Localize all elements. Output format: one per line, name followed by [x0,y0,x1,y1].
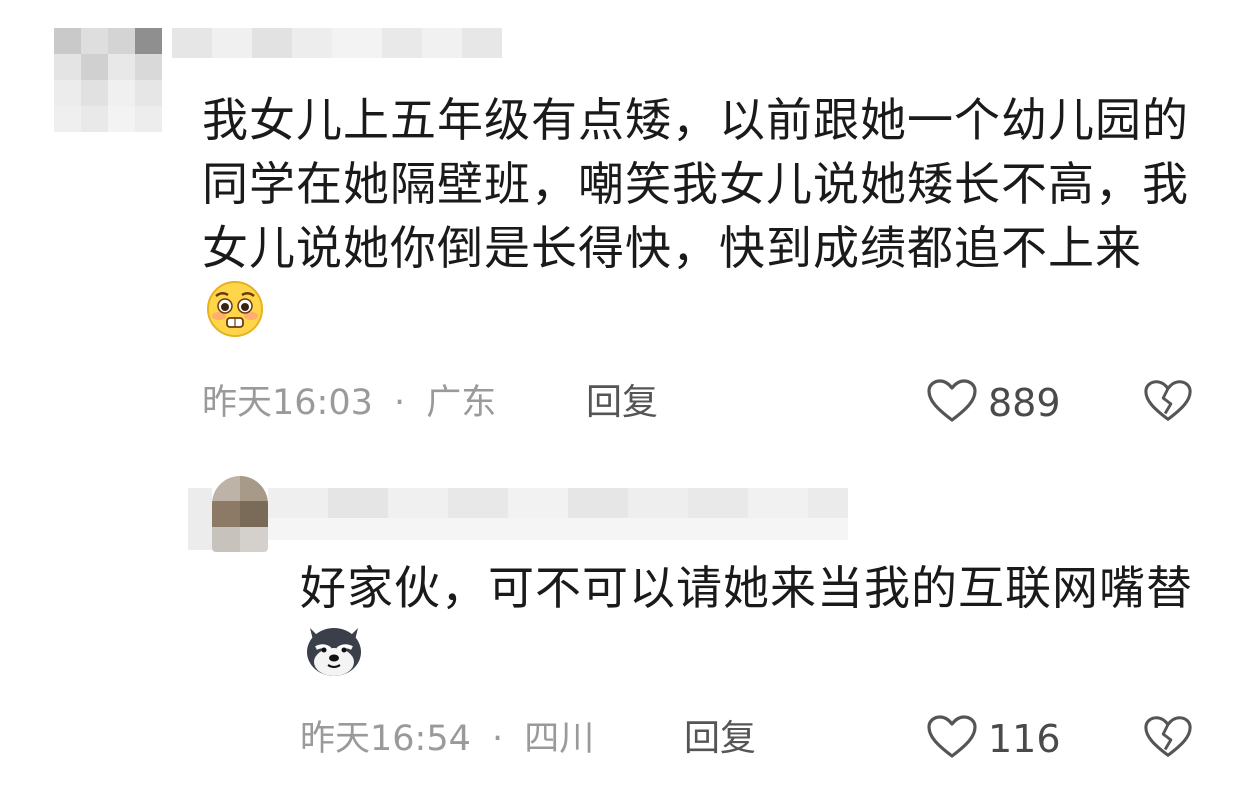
username-blurred[interactable] [188,488,848,550]
comment-time: 昨天16:54 [300,719,471,759]
comment-text: 好家伙，可不可以请她来当我的互联网嘴替 [300,556,1220,694]
meta-separator: · [492,719,504,759]
like-count: 889 [988,381,1061,425]
comment-body: 我女儿上五年级有点矮，以前跟她一个幼儿园的同学在她隔壁班，嘲笑我女儿说她矮长不高… [202,93,1189,275]
broken-heart-icon [1143,378,1193,428]
comment-meta: 昨天16:54 · 四川 [300,714,594,764]
heart-icon [926,714,978,764]
reply-button[interactable]: 回复 [586,378,658,428]
dislike-button[interactable] [1142,378,1194,428]
smug-dog-emoji [302,620,366,694]
comment-body: 好家伙，可不可以请她来当我的互联网嘴替 [300,561,1193,615]
meta-separator: · [394,383,406,423]
pleading-face-emoji [204,280,266,354]
like-count: 116 [988,717,1061,761]
reply-button[interactable]: 回复 [684,714,756,764]
comment-location: 四川 [524,719,595,759]
broken-heart-icon [1143,714,1193,764]
like-button[interactable]: 889 [926,378,1061,428]
comment-text: 我女儿上五年级有点矮，以前跟她一个幼儿园的同学在她隔壁班，嘲笑我女儿说她矮长不高… [202,88,1202,354]
heart-icon [926,378,978,428]
username-blurred[interactable] [172,28,502,58]
dislike-button[interactable] [1142,714,1194,764]
comment-time: 昨天16:03 [202,383,373,423]
comment-location: 广东 [426,383,497,423]
like-button[interactable]: 116 [926,714,1061,764]
comment-meta: 昨天16:03 · 广东 [202,378,496,428]
avatar[interactable] [54,28,162,132]
